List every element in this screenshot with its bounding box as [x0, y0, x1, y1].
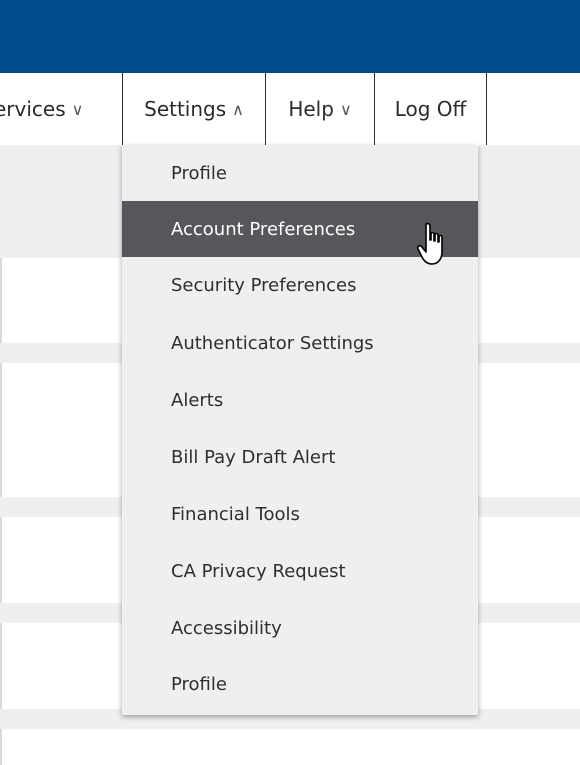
menu-item-ca-privacy-request[interactable]: CA Privacy Request: [122, 543, 478, 599]
nav-help-label: Help: [288, 97, 334, 121]
nav-settings-label: Settings: [144, 97, 227, 121]
menu-item-label: Alerts: [171, 389, 224, 411]
menu-item-label: Account Preferences: [171, 218, 356, 240]
menu-item-authenticator-settings[interactable]: Authenticator Settings: [122, 315, 478, 371]
chevron-down-icon: ∨: [71, 99, 84, 119]
menu-item-bill-pay-draft-alert[interactable]: Bill Pay Draft Alert: [122, 429, 478, 485]
chevron-up-icon: ∧: [232, 99, 244, 119]
menu-item-label: Profile: [171, 673, 227, 695]
nav-log-off[interactable]: Log Off: [375, 73, 487, 145]
menu-item-label: CA Privacy Request: [171, 560, 346, 582]
menu-item-label: Authenticator Settings: [171, 332, 374, 354]
header-bar: [0, 0, 580, 73]
nav-services[interactable]: ervices ∨: [0, 73, 123, 145]
nav-log-off-label: Log Off: [394, 97, 467, 121]
menu-item-label: Accessibility: [171, 617, 282, 639]
menu-item-alerts[interactable]: Alerts: [122, 372, 478, 428]
menu-item-label: Financial Tools: [171, 503, 300, 525]
nav-services-label: ervices: [0, 97, 66, 121]
main-navbar: ervices ∨ Settings ∧ Help ∨ Log Off: [0, 73, 580, 146]
chevron-down-icon: ∨: [339, 99, 352, 119]
menu-item-label: Profile: [171, 162, 227, 184]
nav-settings[interactable]: Settings ∧: [123, 73, 266, 145]
menu-item-financial-tools[interactable]: Financial Tools: [122, 486, 478, 542]
menu-item-label: Security Preferences: [171, 274, 357, 296]
hand-pointer-cursor-icon: [417, 222, 443, 265]
menu-item-accessibility[interactable]: Accessibility: [122, 600, 478, 656]
nav-help[interactable]: Help ∨: [266, 73, 375, 145]
menu-item-profile[interactable]: Profile: [122, 145, 478, 201]
menu-item-profile-2[interactable]: Profile: [122, 656, 478, 712]
menu-item-label: Bill Pay Draft Alert: [171, 446, 336, 468]
